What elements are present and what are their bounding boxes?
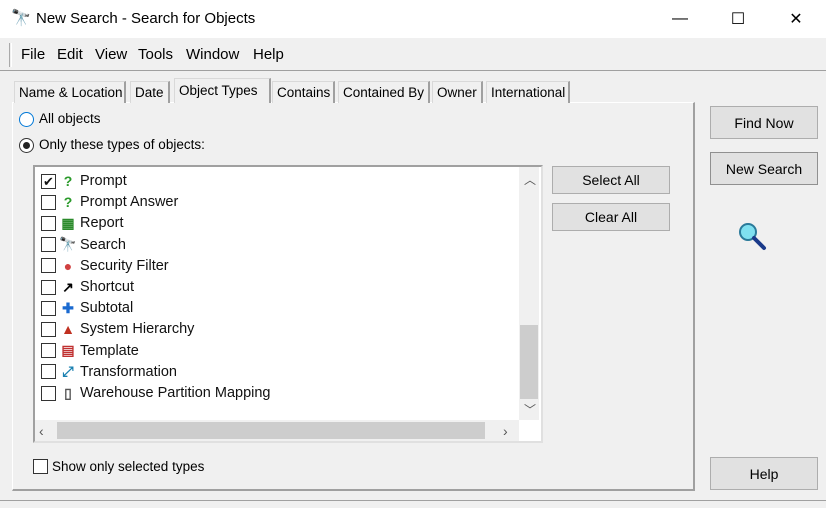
close-button[interactable]: ✕	[773, 0, 819, 38]
status-divider	[0, 500, 826, 501]
subtotal-icon: ✚	[62, 299, 74, 316]
vertical-scroll-thumb[interactable]	[520, 325, 538, 399]
show-only-selected-label: Show only selected types	[52, 459, 205, 474]
item-label: Security Filter	[80, 257, 169, 274]
help-button[interactable]: Help	[710, 457, 818, 490]
list-item-warehouse-partition-mapping[interactable]: ▯ Warehouse Partition Mapping	[41, 383, 270, 403]
item-checkbox[interactable]	[41, 215, 56, 231]
item-label: Report	[80, 215, 124, 232]
partition-mapping-icon: ▯	[64, 384, 72, 401]
item-checkbox[interactable]	[41, 279, 56, 295]
item-checkbox[interactable]	[41, 364, 56, 380]
find-now-button[interactable]: Find Now	[710, 106, 818, 139]
radio-only-these-types[interactable]	[19, 138, 34, 153]
scroll-right-arrow-icon[interactable]: ›	[503, 423, 508, 439]
tab-international[interactable]: International	[486, 81, 570, 103]
vertical-scrollbar[interactable]: ︿ ﹀	[519, 167, 539, 420]
toolbar-grip[interactable]	[9, 43, 12, 67]
item-checkbox[interactable]: ✔	[41, 173, 56, 189]
list-item-shortcut[interactable]: ↗ Shortcut	[41, 277, 134, 297]
item-label: System Hierarchy	[80, 321, 195, 338]
item-label: Warehouse Partition Mapping	[80, 385, 271, 401]
scroll-up-arrow-icon[interactable]: ︿	[524, 171, 536, 188]
item-checkbox[interactable]	[41, 300, 56, 316]
menu-window[interactable]: Window	[186, 46, 239, 63]
radio-all-objects-label: All objects	[39, 111, 101, 126]
tab-contains[interactable]: Contains	[272, 81, 335, 103]
shortcut-icon: ↗	[62, 278, 74, 295]
maximize-button[interactable]: ☐	[715, 0, 761, 38]
item-label: Prompt	[80, 173, 127, 189]
list-item-transformation[interactable]: ⤢ Transformation	[41, 362, 177, 382]
tab-object-types[interactable]: Object Types	[174, 78, 271, 103]
window-title: New Search - Search for Objects	[36, 10, 256, 27]
list-item-template[interactable]: ▤ Template	[41, 341, 139, 361]
clear-all-button[interactable]: Clear All	[552, 203, 670, 231]
item-checkbox[interactable]	[41, 237, 56, 253]
list-item-search[interactable]: 🔭 Search	[41, 235, 126, 255]
item-checkbox[interactable]	[41, 258, 56, 274]
list-item-report[interactable]: ▦ Report	[41, 213, 124, 233]
item-label: Template	[80, 342, 139, 359]
menu-help[interactable]: Help	[253, 46, 284, 63]
item-checkbox[interactable]	[41, 194, 56, 210]
scroll-down-arrow-icon[interactable]: ﹀	[524, 401, 536, 418]
item-label: Prompt Answer	[80, 194, 179, 211]
list-item-security-filter[interactable]: ● Security Filter	[41, 256, 169, 276]
new-search-button[interactable]: New Search	[710, 152, 818, 185]
scroll-left-arrow-icon[interactable]: ‹	[39, 423, 44, 439]
menu-view[interactable]: View	[95, 46, 127, 63]
item-label: Transformation	[80, 363, 177, 380]
title-bar: 🔭 New Search - Search for Objects — ☐ ✕	[0, 0, 826, 38]
object-types-list[interactable]: ✔? Prompt? Prompt Answer ▦ Report 🔭 Search ● Sec…	[33, 165, 543, 443]
prompt-icon: ?	[63, 173, 73, 189]
tab-name-location[interactable]: Name & Location	[14, 81, 126, 103]
item-label: Search	[80, 236, 126, 253]
hierarchy-icon: ▲	[61, 321, 75, 338]
item-label: Shortcut	[80, 279, 134, 295]
horizontal-scroll-thumb[interactable]	[57, 422, 485, 439]
radio-only-these-types-label: Only these types of objects:	[39, 137, 205, 152]
show-only-selected-checkbox[interactable]	[33, 459, 48, 474]
prompt-answer-icon: ?	[63, 194, 73, 211]
menu-tools[interactable]: Tools	[138, 46, 173, 63]
horizontal-scrollbar[interactable]: ‹ ›	[35, 420, 519, 441]
item-checkbox[interactable]	[41, 343, 56, 359]
security-filter-icon: ●	[63, 257, 73, 274]
report-icon: ▦	[61, 214, 75, 231]
item-checkbox[interactable]	[41, 385, 56, 401]
list-item-system-hierarchy[interactable]: ▲ System Hierarchy	[41, 319, 194, 339]
list-item-prompt[interactable]: ✔? Prompt	[41, 171, 127, 191]
menu-file[interactable]: File	[21, 46, 45, 63]
binoculars-icon: 🔭	[59, 236, 77, 253]
radio-all-objects[interactable]	[19, 112, 34, 127]
menu-edit[interactable]: Edit	[57, 46, 83, 63]
tab-date[interactable]: Date	[130, 81, 170, 103]
binoculars-icon: 🔭	[11, 10, 31, 27]
transformation-icon: ⤢	[62, 363, 74, 380]
minimize-button[interactable]: —	[657, 0, 703, 38]
list-item-prompt-answer[interactable]: ? Prompt Answer	[41, 192, 178, 212]
template-icon: ▤	[61, 342, 75, 359]
item-checkbox[interactable]	[41, 321, 56, 337]
item-label: Subtotal	[80, 300, 134, 317]
list-item-subtotal[interactable]: ✚ Subtotal	[41, 298, 133, 318]
select-all-button[interactable]: Select All	[552, 166, 670, 194]
magnifier-icon	[739, 223, 766, 250]
tab-owner[interactable]: Owner	[432, 81, 483, 103]
tab-contained-by[interactable]: Contained By	[338, 81, 430, 103]
